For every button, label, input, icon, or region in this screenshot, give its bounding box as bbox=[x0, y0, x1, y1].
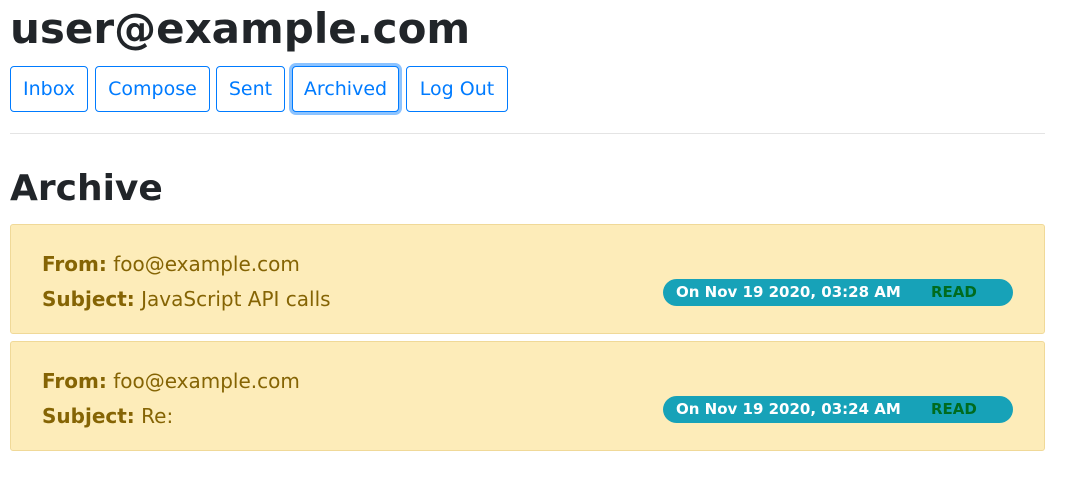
archived-button[interactable]: Archived bbox=[292, 66, 399, 112]
sent-button[interactable]: Sent bbox=[216, 66, 285, 112]
compose-button[interactable]: Compose bbox=[95, 66, 210, 112]
subject-label: Subject: bbox=[42, 287, 135, 311]
read-status: READ bbox=[931, 400, 977, 418]
mailbox-title: Archive bbox=[10, 168, 163, 209]
email-timestamp: On Nov 19 2020, 03:24 AM bbox=[676, 400, 901, 418]
read-status: READ bbox=[931, 283, 977, 301]
email-subject-row: Subject: JavaScript API calls bbox=[42, 286, 331, 312]
from-label: From: bbox=[42, 252, 107, 276]
subject-label: Subject: bbox=[42, 404, 135, 428]
divider bbox=[10, 133, 1045, 134]
from-label: From: bbox=[42, 369, 107, 393]
email-card[interactable]: From: foo@example.com Subject: JavaScrip… bbox=[10, 224, 1045, 334]
email-card[interactable]: From: foo@example.com Subject: Re: On No… bbox=[10, 341, 1045, 451]
email-from-row: From: foo@example.com bbox=[42, 251, 300, 277]
user-email-heading: user@example.com bbox=[10, 4, 471, 53]
email-sender: foo@example.com bbox=[113, 369, 300, 393]
inbox-button[interactable]: Inbox bbox=[10, 66, 88, 112]
email-sender: foo@example.com bbox=[113, 252, 300, 276]
email-subject: JavaScript API calls bbox=[141, 287, 331, 311]
email-subject: Re: bbox=[141, 404, 174, 428]
timestamp-badge: On Nov 19 2020, 03:28 AM READ bbox=[663, 279, 1013, 306]
timestamp-badge: On Nov 19 2020, 03:24 AM READ bbox=[663, 396, 1013, 423]
email-from-row: From: foo@example.com bbox=[42, 368, 300, 394]
email-subject-row: Subject: Re: bbox=[42, 403, 173, 429]
email-timestamp: On Nov 19 2020, 03:28 AM bbox=[676, 283, 901, 301]
logout-button[interactable]: Log Out bbox=[406, 66, 508, 112]
